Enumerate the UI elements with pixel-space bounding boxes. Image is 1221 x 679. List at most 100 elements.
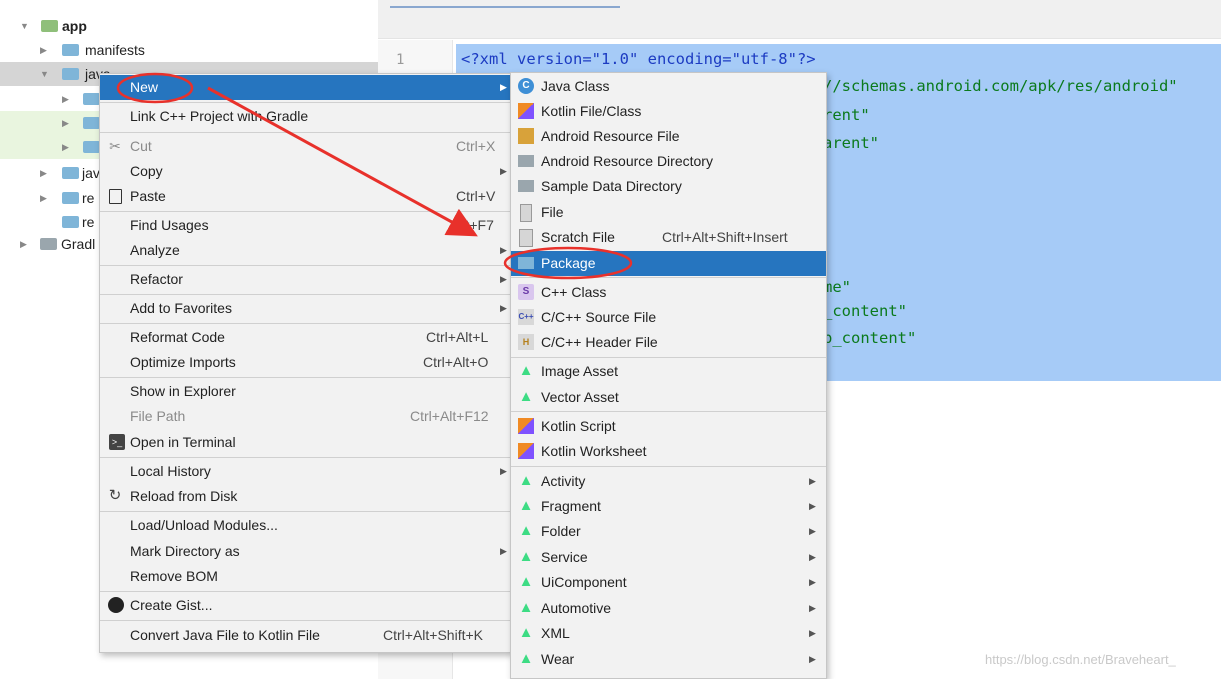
kotlin-icon [518,443,534,459]
menu-item-file-path[interactable]: File Path Ctrl+Alt+F12 [100,404,511,429]
submenu-arrow-icon: ▶ [500,166,507,176]
menu-item-show-in-explorer[interactable]: Show in Explorer [100,379,511,404]
menu-item-sample-data-directory[interactable]: Sample Data Directory [511,174,826,199]
menu-item-optimize-imports[interactable]: Optimize Imports Ctrl+Alt+O [100,350,511,375]
menu-item-new[interactable]: New ▶ [100,75,511,100]
menu-item-package[interactable]: Package [511,251,826,276]
menu-item-mark-directory-as[interactable]: Mark Directory as ▶ [100,539,511,564]
menu-item-activity[interactable]: ▲ Activity ▶ [511,469,826,494]
menu-item-kotlin-worksheet[interactable]: Kotlin Worksheet [511,439,826,464]
menu-item-add-to-favorites[interactable]: Add to Favorites ▶ [100,296,511,321]
menu-item-local-history[interactable]: Local History ▶ [100,459,511,484]
menu-item-refactor[interactable]: Refactor ▶ [100,267,511,292]
menu-separator [100,211,511,212]
menu-item-copy[interactable]: Copy ▶ [100,159,511,184]
submenu-arrow-icon: ▶ [809,603,816,613]
package-icon [83,117,100,129]
submenu-arrow-icon: ▶ [809,526,816,536]
context-menu: New ▶ Link C++ Project with Gradle ✂ Cut… [99,73,512,653]
menu-item-folder[interactable]: ▲ Folder ▶ [511,519,826,544]
submenu-arrow-icon: ▶ [500,245,507,255]
chevron-right-icon[interactable]: ▶ [62,135,69,159]
watermark: https://blog.csdn.net/Braveheart_ [985,652,1176,667]
menu-item-convert-to-kotlin[interactable]: Convert Java File to Kotlin File Ctrl+Al… [100,623,511,648]
code-line[interactable]: arent" [823,134,879,152]
menu-item-analyze[interactable]: Analyze ▶ [100,238,511,263]
menu-item-xml[interactable]: ▲ XML ▶ [511,621,826,646]
menu-item-remove-bom[interactable]: Remove BOM [100,564,511,589]
folder-icon [518,155,534,167]
java-class-icon: C [518,78,534,94]
menu-item-android-resource-file[interactable]: Android Resource File [511,124,826,149]
menu-separator [100,102,511,103]
submenu-arrow-icon: ▶ [809,628,816,638]
submenu-arrow-icon: ▶ [809,654,816,664]
chevron-right-icon[interactable]: ▶ [40,161,47,185]
submenu-arrow-icon: ▶ [809,552,816,562]
android-icon: ▲ [518,573,534,590]
menu-item-vector-asset[interactable]: ▲ Vector Asset [511,385,826,410]
code-line[interactable]: <?xml version="1.0" encoding="utf-8"?> [461,50,816,68]
menu-item-link-cpp[interactable]: Link C++ Project with Gradle [100,104,511,129]
menu-item-cut[interactable]: ✂ Cut Ctrl+X [100,134,511,159]
menu-item-find-usages[interactable]: Find Usages Alt+F7 [100,213,511,238]
menu-item-load-unload-modules[interactable]: Load/Unload Modules... [100,513,511,538]
module-folder-icon [41,20,58,32]
menu-item-automotive[interactable]: ▲ Automotive ▶ [511,596,826,621]
menu-separator [511,411,826,412]
menu-separator [100,323,511,324]
menu-item-open-in-terminal[interactable]: >_ Open in Terminal [100,430,511,455]
menu-item-create-gist[interactable]: Create Gist... [100,593,511,618]
line-number: 1 [396,52,405,68]
menu-separator [100,377,511,378]
tree-item-manifests[interactable]: ▶ manifests [0,38,378,62]
menu-item-kotlin-script[interactable]: Kotlin Script [511,414,826,439]
menu-item-android-resource-directory[interactable]: Android Resource Directory [511,149,826,174]
tree-item-label: Gradl [61,236,96,252]
chevron-down-icon[interactable]: ▼ [40,62,49,86]
code-line[interactable]: _content" [823,302,907,320]
chevron-right-icon[interactable]: ▶ [40,186,47,210]
menu-item-image-asset[interactable]: ▲ Image Asset [511,359,826,384]
menu-item-service[interactable]: ▲ Service ▶ [511,545,826,570]
res-folder-icon [62,216,79,228]
folder-icon [518,180,534,192]
code-line[interactable]: //schemas.android.com/apk/res/android" [823,77,1178,95]
submenu-arrow-icon: ▶ [809,501,816,511]
code-line[interactable]: p_content" [823,329,916,347]
chevron-right-icon[interactable]: ▶ [62,87,69,111]
code-line[interactable]: me" [823,278,851,296]
menu-item-cpp-class[interactable]: S C++ Class [511,280,826,305]
chevron-down-icon[interactable]: ▼ [20,14,29,38]
menu-item-reload-from-disk[interactable]: ↻ Reload from Disk [100,484,511,509]
menu-item-kotlin-file-class[interactable]: Kotlin File/Class [511,99,826,124]
submenu-arrow-icon: ▶ [500,546,507,556]
cpp-class-icon: S [518,284,534,300]
tree-item-app[interactable]: ▼ app [0,14,378,38]
github-icon [108,597,124,613]
android-icon: ▲ [518,522,534,539]
terminal-icon: >_ [109,434,125,450]
chevron-right-icon[interactable]: ▶ [40,38,47,62]
android-resource-file-icon [518,128,534,144]
generated-folder-icon [62,167,79,179]
menu-item-reformat-code[interactable]: Reformat Code Ctrl+Alt+L [100,325,511,350]
menu-separator [100,265,511,266]
code-line[interactable]: rent" [823,106,870,124]
package-icon [83,93,100,105]
chevron-right-icon[interactable]: ▶ [62,111,69,135]
menu-item-fragment[interactable]: ▲ Fragment ▶ [511,494,826,519]
menu-item-java-class[interactable]: C Java Class [511,74,826,99]
menu-item-uicomponent[interactable]: ▲ UiComponent ▶ [511,570,826,595]
menu-item-cpp-source-file[interactable]: C++ C/C++ Source File [511,305,826,330]
tree-item-label: re [82,190,95,206]
menu-item-file[interactable]: File [511,200,826,225]
submenu-arrow-icon: ▶ [500,82,507,92]
package-icon [83,141,100,153]
chevron-right-icon[interactable]: ▶ [20,232,27,256]
menu-separator [100,591,511,592]
menu-item-wear[interactable]: ▲ Wear ▶ [511,647,826,672]
menu-item-paste[interactable]: Paste Ctrl+V [100,184,511,209]
menu-item-cpp-header-file[interactable]: H C/C++ Header File [511,330,826,355]
menu-item-scratch-file[interactable]: Scratch File Ctrl+Alt+Shift+Insert [511,225,826,250]
